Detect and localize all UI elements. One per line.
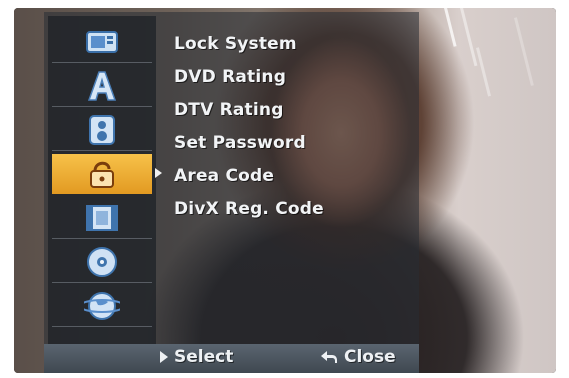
setup-menu: Lock System DVD Rating DTV Rating Set Pa…: [44, 12, 419, 354]
selected-arrow-icon: [155, 168, 162, 178]
category-globe[interactable]: [52, 286, 152, 327]
close-label: Close: [344, 347, 396, 367]
lock-icon: [85, 157, 119, 191]
film-icon: [84, 203, 120, 233]
close-button[interactable]: Close: [320, 347, 396, 367]
tv-screen: Lock System DVD Rating DTV Rating Set Pa…: [14, 8, 556, 373]
menu-item-dtv-rating[interactable]: DTV Rating: [174, 94, 414, 127]
menu-item-set-password[interactable]: Set Password: [174, 127, 414, 160]
menu-item-divx-reg-code[interactable]: DivX Reg. Code: [174, 193, 414, 226]
menu-footer: Select Close: [44, 344, 419, 373]
select-label: Select: [174, 347, 234, 367]
category-film[interactable]: [52, 198, 152, 239]
select-button[interactable]: Select: [160, 347, 233, 367]
category-column: [48, 16, 162, 350]
category-audio[interactable]: [52, 110, 152, 151]
language-icon: [85, 69, 119, 103]
menu-item-dvd-rating[interactable]: DVD Rating: [174, 61, 414, 94]
audio-icon: [87, 113, 117, 147]
play-icon: [160, 351, 168, 363]
globe-icon: [84, 289, 120, 323]
menu-item-area-code[interactable]: Area Code: [174, 160, 414, 193]
disc-icon: [85, 245, 119, 279]
category-language[interactable]: [52, 66, 152, 107]
menu-item-lock-system[interactable]: Lock System: [174, 28, 414, 61]
category-disc[interactable]: [52, 242, 152, 283]
return-icon: [320, 350, 338, 364]
category-lock[interactable]: [52, 154, 162, 194]
disc-menu-icon: [85, 28, 119, 56]
menu-option-list: Lock System DVD Rating DTV Rating Set Pa…: [174, 28, 414, 226]
photo-frame: Lock System DVD Rating DTV Rating Set Pa…: [0, 0, 569, 378]
category-disc-menu[interactable]: [52, 22, 152, 63]
